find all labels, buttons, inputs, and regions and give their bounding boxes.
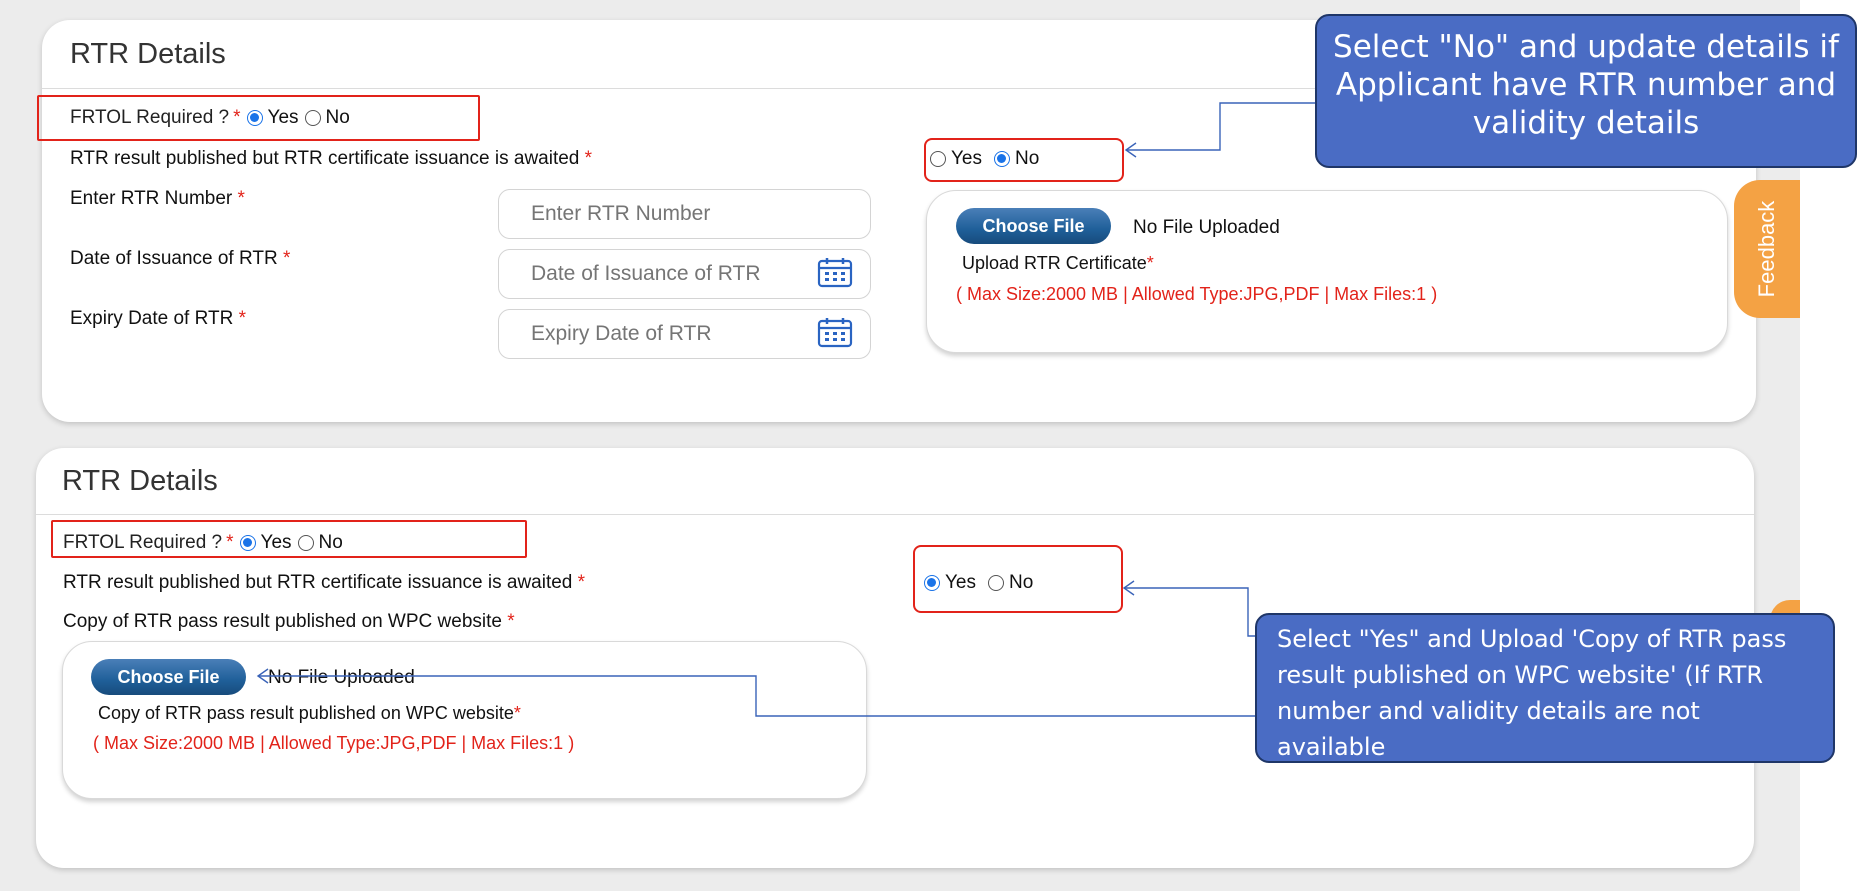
callout-bottom-line: with applicant) — [1277, 769, 1456, 797]
instruction-callout-yes: Select "Yes" and Upload 'Copy of RTR pas… — [1255, 613, 1835, 797]
instruction-callout-no: Select "No" and update details if Applic… — [1315, 14, 1857, 168]
callout-bottom-line: Select "Yes" and Upload 'Copy of RTR pas… — [1277, 625, 1787, 653]
callout-bottom-line: number and validity details are not avai… — [1277, 697, 1700, 761]
callout-top-line: Select "No" and update details if — [1333, 29, 1839, 65]
callout-top-line: validity details — [1472, 105, 1700, 141]
callout-top-line: Applicant have RTR number and — [1335, 67, 1837, 103]
callout-bottom-line: result published on WPC website' (If RTR — [1277, 661, 1763, 689]
